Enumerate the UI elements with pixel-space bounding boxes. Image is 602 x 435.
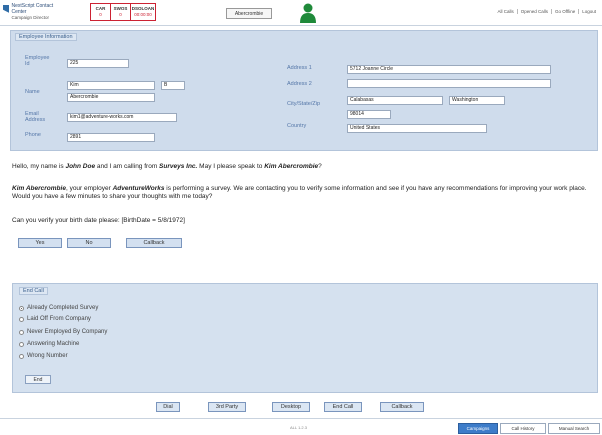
end-reason-option[interactable]: Already Completed Survey xyxy=(19,305,98,311)
address2-label: Address 2 xyxy=(287,81,312,87)
employer-name: AdventureWorks xyxy=(112,185,165,192)
counter-swos: SWOS 0 xyxy=(111,4,131,20)
logout-link[interactable]: Logout xyxy=(578,9,599,14)
counter-dsoloan: DSOLOAN 00:00:00 xyxy=(131,6,155,17)
app-logo: NextScript Contact Center Campaign Direc… xyxy=(3,3,65,23)
current-contact-button[interactable]: Abercrombie xyxy=(226,8,272,19)
end-reason-option[interactable]: Wrong Number xyxy=(19,353,68,359)
address2-field[interactable] xyxy=(347,79,551,88)
yes-button[interactable]: Yes xyxy=(18,238,62,248)
address1-field[interactable]: 5712 Joanne Circle xyxy=(347,65,551,74)
call-counters: CAR 0 SWOS 0 DSOLOAN 00:00:00 xyxy=(90,3,156,21)
company-name: Surveys Inc. xyxy=(159,163,198,170)
go-offline-link[interactable]: Go Offline xyxy=(551,9,578,14)
city-state-zip-label: City/State/Zip xyxy=(287,101,321,107)
end-reason-option[interactable]: Answering Machine xyxy=(19,341,79,347)
desktop-button[interactable]: Desktop xyxy=(272,402,310,412)
agent-name: John Doe xyxy=(65,163,96,170)
last-name-field[interactable]: Abercrombie xyxy=(67,93,155,102)
tab-call-history[interactable]: Call History xyxy=(500,423,546,434)
end-call-panel: End Call Already Completed Survey Laid O… xyxy=(12,283,598,393)
radio-icon[interactable] xyxy=(19,316,24,322)
logo-icon xyxy=(3,5,10,13)
logo-subtitle: Campaign Director xyxy=(11,15,49,20)
script-intro: Kim Abercrombie, your employer Adventure… xyxy=(12,185,587,200)
email-label: Email Address xyxy=(25,111,46,123)
script-greeting: Hello, my name is John Doe and I am call… xyxy=(12,163,322,170)
employee-id-field[interactable]: 225 xyxy=(67,59,129,68)
no-button[interactable]: No xyxy=(67,238,111,248)
script-question: Can you verify your birth date please: [… xyxy=(12,217,185,224)
country-label: Country xyxy=(287,123,307,129)
employee-information-panel: Employee Information Employee Id Name Em… xyxy=(10,30,598,151)
agent-status-icon[interactable] xyxy=(299,3,317,23)
contact-name: Kim Abercrombie xyxy=(264,163,319,170)
status-bar: ALL 1.2.3 Campaigns Call History Manual … xyxy=(0,418,602,435)
radio-icon[interactable] xyxy=(19,341,24,347)
email-field[interactable]: kim1@adventure-works.com xyxy=(67,113,177,122)
employee-section-title: Employee Information xyxy=(15,33,77,41)
end-call-button[interactable]: End Call xyxy=(324,402,362,412)
middle-initial-field[interactable]: B xyxy=(161,81,185,90)
top-bar: NextScript Contact Center Campaign Direc… xyxy=(0,0,602,26)
callback-answer-button[interactable]: Callback xyxy=(126,238,182,248)
employee-id-label: Employee Id xyxy=(25,55,50,67)
radio-icon[interactable] xyxy=(19,353,24,359)
name-label: Name xyxy=(25,89,40,95)
end-reason-option[interactable]: Laid Off From Company xyxy=(19,316,91,322)
radio-selected-icon[interactable] xyxy=(19,305,24,311)
zip-field[interactable]: 98014 xyxy=(347,110,391,119)
tab-campaigns[interactable]: Campaigns xyxy=(458,423,498,434)
end-call-section-title: End Call xyxy=(19,287,48,295)
dial-button[interactable]: Dial xyxy=(156,402,180,412)
state-field[interactable]: Washington xyxy=(449,96,505,105)
radio-icon[interactable] xyxy=(19,329,24,335)
status-text: ALL 1.2.3 xyxy=(290,425,307,430)
all-calls-link[interactable]: All Calls xyxy=(495,9,517,14)
logo-title: NextScript Contact Center xyxy=(11,3,54,15)
counter-car: CAR 0 xyxy=(91,4,111,20)
city-field[interactable]: Calabasas xyxy=(347,96,443,105)
opened-calls-link[interactable]: Opened Calls xyxy=(516,9,551,14)
top-links: All Calls Opened Calls Go Offline Logout xyxy=(495,9,600,14)
address1-label: Address 1 xyxy=(287,65,312,71)
country-field[interactable]: United States xyxy=(347,124,487,133)
tab-manual-search[interactable]: Manual Search xyxy=(548,423,600,434)
end-reason-option[interactable]: Never Employed By Company xyxy=(19,329,107,335)
callback-button[interactable]: Callback xyxy=(380,402,424,412)
phone-field[interactable]: 2891 xyxy=(67,133,155,142)
third-party-button[interactable]: 3rd Party xyxy=(208,402,246,412)
phone-label: Phone xyxy=(25,132,41,138)
end-button[interactable]: End xyxy=(25,375,51,384)
first-name-field[interactable]: Kim xyxy=(67,81,155,90)
